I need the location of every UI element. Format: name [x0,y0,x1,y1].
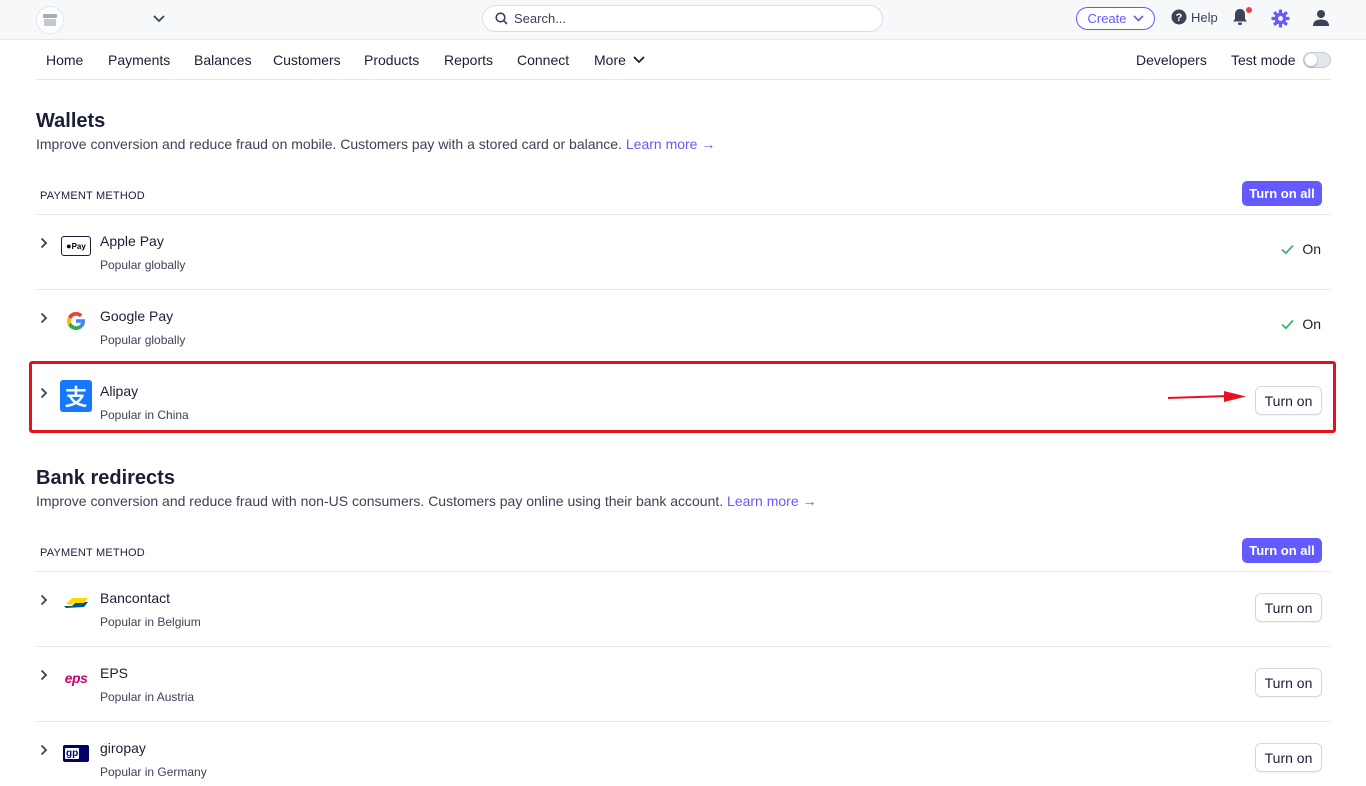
payment-method-subtitle: Popular globally [100,333,186,347]
eps-turn-on-button[interactable]: Turn on [1255,668,1322,697]
eps-logo-icon: eps [64,670,88,686]
help-button[interactable]: ? Help [1171,9,1218,25]
nav-developers[interactable]: Developers [1136,52,1207,68]
bank-redirects-learn-more-link[interactable]: Learn more → [727,493,816,509]
payment-method-name: giropay [100,740,146,756]
test-mode-label: Test mode [1231,52,1296,68]
payment-method-row-giropay: gp giropay Popular in Germany Turn on [36,722,1330,786]
top-bar: Create ? Help [0,0,1366,40]
create-button-label: Create [1087,11,1127,26]
payment-method-subtitle: Popular in Austria [100,690,195,704]
bank-redirects-turn-on-all-button[interactable]: Turn on all [1242,538,1322,563]
payment-method-subtitle: Popular globally [100,258,186,272]
payment-method-name: Apple Pay [100,233,164,249]
wallets-description-text: Improve conversion and reduce fraud on m… [36,136,622,152]
user-profile-icon[interactable] [1312,9,1330,27]
google-pay-logo-icon [60,305,92,337]
payment-method-name: Bancontact [100,590,171,606]
create-button[interactable]: Create [1076,7,1155,30]
nav-more-label: More [594,52,626,68]
status-badge: On [1281,316,1321,332]
wallets-column-header: PAYMENT METHOD [40,190,145,202]
help-icon: ? [1171,9,1187,25]
account-switcher-chevron-down-icon[interactable] [150,10,168,28]
nav-balances[interactable]: Balances [194,52,252,68]
chevron-down-icon [1132,15,1144,22]
expand-chevron-right-icon[interactable] [38,744,50,756]
notifications-bell-icon[interactable] [1232,7,1252,28]
settings-gear-icon[interactable] [1271,9,1291,29]
nav-more[interactable]: More [594,52,645,68]
test-mode-toggle[interactable] [1303,52,1331,68]
bank-redirects-title: Bank redirects [36,467,175,489]
wallets-learn-more-link[interactable]: Learn more → [626,136,715,152]
payment-method-row-bancontact: Bancontact Popular in Belgium Turn on [36,572,1330,647]
payment-method-row-eps: eps EPS Popular in Austria Turn on [36,647,1330,722]
bancontact-turn-on-button[interactable]: Turn on [1255,593,1322,622]
apple-pay-logo-icon: ● Pay [60,230,92,262]
payment-method-subtitle: Popular in Germany [100,765,207,779]
expand-chevron-right-icon[interactable] [38,312,50,324]
payment-method-name: EPS [100,665,129,681]
payment-method-name: Google Pay [100,308,174,324]
payment-method-row-apple-pay: ● Pay Apple Pay Popular globally On [36,215,1330,290]
payment-method-row-google-pay: Google Pay Popular globally On [36,290,1330,365]
expand-chevron-right-icon[interactable] [38,669,50,681]
store-icon[interactable] [36,6,64,34]
payment-method-subtitle: Popular in Belgium [100,615,201,629]
status-text: On [1302,241,1321,257]
search-icon [495,12,508,25]
expand-chevron-right-icon[interactable] [38,594,50,606]
nav-payments[interactable]: Payments [108,52,170,68]
nav-reports[interactable]: Reports [444,52,493,68]
wallets-title: Wallets [36,110,106,132]
bank-redirects-description: Improve conversion and reduce fraud with… [36,493,817,509]
help-label: Help [1191,9,1218,25]
search-input[interactable] [514,11,854,26]
wallets-turn-on-all-button[interactable]: Turn on all [1242,181,1322,206]
bank-redirects-column-header: PAYMENT METHOD [40,547,145,559]
highlight-box [29,361,1336,433]
checkmark-icon [1281,244,1294,254]
annotation-arrow-icon [1167,391,1246,402]
status-text: On [1302,316,1321,332]
expand-chevron-right-icon[interactable] [38,237,50,249]
nav-customers[interactable]: Customers [273,52,341,68]
chevron-down-icon [633,56,645,64]
search-bar[interactable] [482,5,883,32]
nav-home[interactable]: Home [46,52,83,68]
svg-text:?: ? [1176,12,1183,24]
notification-dot [1246,7,1252,13]
nav-connect[interactable]: Connect [517,52,569,68]
giropay-turn-on-button[interactable]: Turn on [1255,743,1322,772]
nav-products[interactable]: Products [364,52,419,68]
bank-redirects-description-text: Improve conversion and reduce fraud with… [36,493,724,509]
giropay-logo-icon: gp [60,737,92,769]
main-nav: Home Payments Balances Customers Product… [36,40,1331,80]
status-badge: On [1281,241,1321,257]
checkmark-icon [1281,319,1294,329]
wallets-description: Improve conversion and reduce fraud on m… [36,136,715,152]
bancontact-logo-icon [60,587,92,619]
